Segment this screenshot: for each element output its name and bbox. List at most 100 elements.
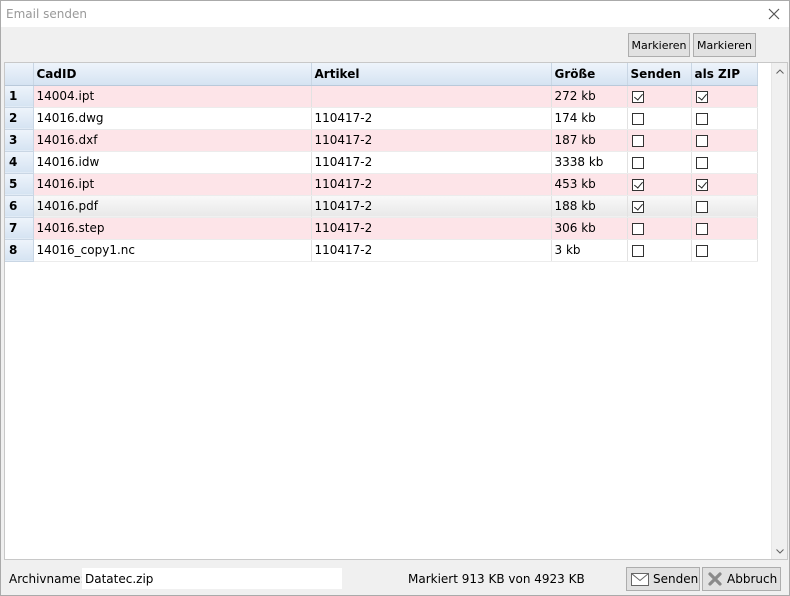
cadid-cell[interactable]: 14016.idw (33, 151, 312, 174)
scroll-up-button[interactable] (772, 63, 788, 79)
column-header-zip[interactable]: als ZIP (691, 63, 758, 86)
vertical-scrollbar[interactable] (771, 63, 787, 559)
close-button[interactable] (763, 4, 785, 24)
cadid-cell[interactable]: 14016.dwg (33, 107, 312, 130)
table-row[interactable]: 6 14016.pdf 110417-2 188 kb (5, 194, 758, 218)
groesse-cell[interactable]: 187 kb (551, 129, 628, 152)
artikel-cell[interactable]: 110417-2 (311, 107, 552, 130)
senden-checkbox[interactable] (631, 222, 644, 235)
groesse-cell[interactable]: 306 kb (551, 217, 628, 240)
envelope-icon (631, 572, 649, 586)
cadid-cell[interactable]: 14016_copy1.nc (33, 239, 312, 262)
chevron-up-icon (776, 68, 784, 74)
zip-checkbox[interactable] (695, 200, 708, 213)
artikel-cell[interactable]: 110417-2 (311, 173, 552, 196)
zip-cell (691, 107, 758, 130)
groesse-cell[interactable]: 188 kb (551, 194, 628, 218)
zip-cell (691, 217, 758, 240)
senden-cell (627, 173, 692, 196)
artikel-cell[interactable]: 110417-2 (311, 239, 552, 262)
corner-header (5, 63, 34, 86)
close-icon (768, 8, 780, 20)
zip-cell (691, 173, 758, 196)
send-button-label: Senden (653, 572, 699, 586)
senden-checkbox[interactable] (631, 90, 644, 103)
email-dialog: Email senden Markieren Markieren CadID A… (0, 0, 790, 596)
row-number[interactable]: 8 (5, 239, 34, 262)
cadid-cell[interactable]: 14004.ipt (33, 85, 312, 108)
send-button[interactable]: Senden (626, 567, 700, 591)
window-title: Email senden (6, 7, 87, 21)
row-number[interactable]: 2 (5, 107, 34, 130)
table-row[interactable]: 5 14016.ipt 110417-2 453 kb (5, 173, 758, 196)
zip-checkbox[interactable] (695, 222, 708, 235)
artikel-cell[interactable]: 110417-2 (311, 217, 552, 240)
artikel-cell[interactable]: 110417-2 (311, 194, 552, 218)
row-number[interactable]: 1 (5, 85, 34, 108)
zip-checkbox[interactable] (695, 244, 708, 257)
column-header-artikel[interactable]: Artikel (311, 63, 552, 86)
row-number[interactable]: 4 (5, 151, 34, 174)
table-row[interactable]: 3 14016.dxf 110417-2 187 kb (5, 129, 758, 152)
senden-cell (627, 151, 692, 174)
cadid-cell[interactable]: 14016.step (33, 217, 312, 240)
column-header-groesse[interactable]: Größe (551, 63, 628, 86)
zip-cell (691, 85, 758, 108)
senden-checkbox[interactable] (631, 112, 644, 125)
row-number[interactable]: 3 (5, 129, 34, 152)
table-row[interactable]: 4 14016.idw 110417-2 3338 kb (5, 151, 758, 174)
senden-checkbox[interactable] (631, 244, 644, 257)
groesse-cell[interactable]: 174 kb (551, 107, 628, 130)
senden-checkbox[interactable] (631, 134, 644, 147)
table-row[interactable]: 8 14016_copy1.nc 110417-2 3 kb (5, 239, 758, 262)
cadid-cell[interactable]: 14016.ipt (33, 173, 312, 196)
zip-cell (691, 129, 758, 152)
file-table: CadID Artikel Größe Senden als ZIP 1 1400… (5, 63, 758, 262)
mark-button-1[interactable]: Markieren (628, 33, 690, 57)
senden-cell (627, 85, 692, 108)
row-number[interactable]: 7 (5, 217, 34, 240)
zip-cell (691, 151, 758, 174)
artikel-cell[interactable]: 110417-2 (311, 151, 552, 174)
cancel-button[interactable]: Abbruch (702, 567, 781, 591)
artikel-cell[interactable]: 110417-2 (311, 129, 552, 152)
column-header-senden[interactable]: Senden (627, 63, 692, 86)
senden-cell (627, 107, 692, 130)
title-bar: Email senden (1, 1, 789, 27)
cadid-cell[interactable]: 14016.pdf (33, 194, 312, 218)
zip-checkbox[interactable] (695, 178, 708, 191)
chevron-down-icon (776, 548, 784, 554)
scroll-down-button[interactable] (772, 543, 788, 559)
row-number[interactable]: 5 (5, 173, 34, 196)
table-row[interactable]: 1 14004.ipt 272 kb (5, 85, 758, 108)
zip-checkbox[interactable] (695, 90, 708, 103)
senden-checkbox[interactable] (631, 156, 644, 169)
senden-checkbox[interactable] (631, 178, 644, 191)
senden-cell (627, 217, 692, 240)
status-text: Markiert 913 KB von 4923 KB (408, 572, 585, 586)
column-header-cadid[interactable]: CadID (33, 63, 312, 86)
groesse-cell[interactable]: 453 kb (551, 173, 628, 196)
zip-cell (691, 239, 758, 262)
groesse-cell[interactable]: 3338 kb (551, 151, 628, 174)
archive-name-input[interactable] (82, 568, 342, 589)
groesse-cell[interactable]: 3 kb (551, 239, 628, 262)
cross-icon (707, 571, 723, 587)
groesse-cell[interactable]: 272 kb (551, 85, 628, 108)
senden-checkbox[interactable] (631, 200, 644, 213)
zip-cell (691, 194, 758, 218)
file-grid: CadID Artikel Größe Senden als ZIP 1 1400… (4, 62, 788, 560)
table-row[interactable]: 2 14016.dwg 110417-2 174 kb (5, 107, 758, 130)
row-number[interactable]: 6 (5, 195, 34, 218)
senden-cell (627, 239, 692, 262)
zip-checkbox[interactable] (695, 156, 708, 169)
zip-checkbox[interactable] (695, 112, 708, 125)
table-header-row: CadID Artikel Größe Senden als ZIP (5, 63, 758, 86)
senden-cell (627, 129, 692, 152)
table-row[interactable]: 7 14016.step 110417-2 306 kb (5, 217, 758, 240)
cadid-cell[interactable]: 14016.dxf (33, 129, 312, 152)
mark-button-2[interactable]: Markieren (693, 33, 756, 57)
zip-checkbox[interactable] (695, 134, 708, 147)
senden-cell (627, 194, 692, 218)
artikel-cell[interactable] (311, 85, 552, 108)
